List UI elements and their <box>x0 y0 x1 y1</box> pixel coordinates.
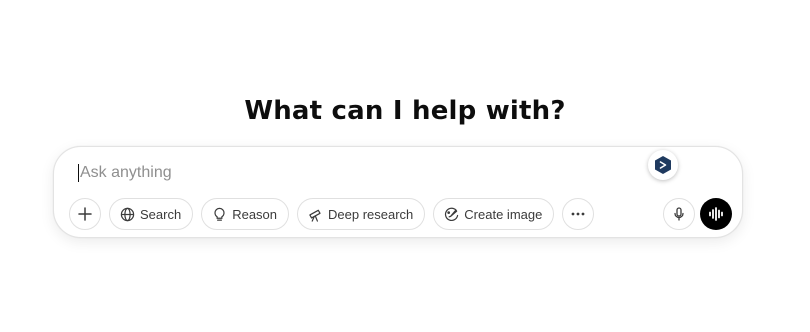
reason-button-label: Reason <box>232 206 278 222</box>
microphone-icon <box>672 207 686 221</box>
voice-waveform-icon <box>708 206 724 222</box>
create-image-button[interactable]: Create image <box>433 198 555 230</box>
prompt-composer: Search Reason Deep research <box>53 146 743 238</box>
voice-mode-button[interactable] <box>700 198 732 230</box>
deep-research-button[interactable]: Deep research <box>297 198 426 230</box>
composer-toolbar: Search Reason Deep research Create image <box>69 198 602 230</box>
lightbulb-icon <box>211 206 227 222</box>
more-options-button[interactable] <box>562 198 595 230</box>
globe-icon <box>119 206 135 222</box>
dictate-button[interactable] <box>663 198 695 230</box>
page-title: What can I help with? <box>244 96 566 126</box>
search-button-label: Search <box>140 206 182 222</box>
extension-badge[interactable] <box>648 150 678 180</box>
plus-icon <box>78 207 92 221</box>
create-image-button-label: Create image <box>464 206 543 222</box>
search-button[interactable]: Search <box>109 198 194 230</box>
deep-research-button-label: Deep research <box>328 206 414 222</box>
image-brush-icon <box>443 206 459 222</box>
reason-button[interactable]: Reason <box>201 198 290 230</box>
ellipsis-icon <box>570 206 586 222</box>
extension-logo-icon <box>653 155 673 175</box>
prompt-field[interactable] <box>78 161 638 185</box>
telescope-icon <box>307 206 323 222</box>
add-button[interactable] <box>69 198 101 230</box>
prompt-input[interactable] <box>80 164 620 182</box>
text-caret <box>78 164 79 182</box>
